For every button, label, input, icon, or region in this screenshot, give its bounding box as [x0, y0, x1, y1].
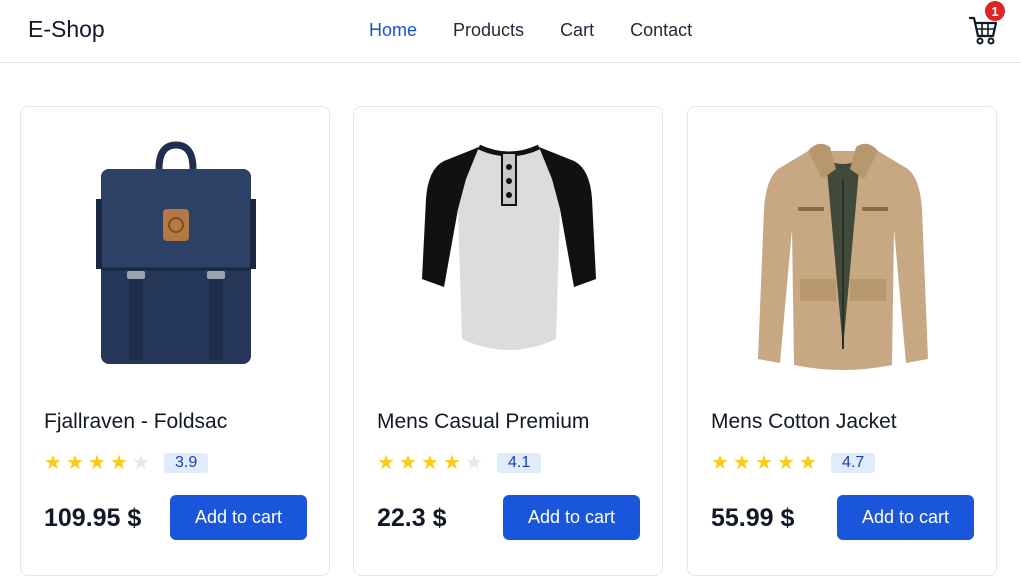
product-title[interactable]: Mens Cotton Jacket	[711, 410, 897, 434]
rating-row: ★ ★ ★ ★ ★ 3.9	[44, 452, 209, 474]
star-icon: ★	[711, 452, 729, 474]
star-icon: ★	[755, 452, 773, 474]
brand-logo[interactable]: E-Shop	[28, 16, 105, 43]
nav-link-home[interactable]: Home	[369, 20, 417, 41]
rating-row: ★ ★ ★ ★ ★ 4.7	[711, 452, 876, 474]
navbar: E-Shop Home Products Cart Contact 1	[0, 0, 1021, 63]
star-icon: ★	[399, 452, 417, 474]
star-empty-icon: ★	[132, 452, 150, 474]
product-card[interactable]: Mens Cotton Jacket ★ ★ ★ ★ ★ 4.7 55.99 $…	[687, 106, 997, 576]
rating-badge: 3.9	[164, 453, 209, 473]
cart-count-badge: 1	[985, 1, 1005, 21]
star-icon: ★	[66, 452, 84, 474]
rating-badge: 4.7	[831, 453, 876, 473]
nav-link-products[interactable]: Products	[453, 20, 524, 41]
rating-badge: 4.1	[497, 453, 542, 473]
add-to-cart-button[interactable]: Add to cart	[837, 495, 974, 540]
star-icon: ★	[799, 452, 817, 474]
star-icon: ★	[421, 452, 439, 474]
star-icon: ★	[443, 452, 461, 474]
star-icon: ★	[777, 452, 795, 474]
product-card[interactable]: Mens Casual Premium ★ ★ ★ ★ ★ 4.1 22.3 $…	[353, 106, 663, 576]
star-icon: ★	[44, 452, 62, 474]
add-to-cart-button[interactable]: Add to cart	[170, 495, 307, 540]
add-to-cart-button[interactable]: Add to cart	[503, 495, 640, 540]
product-card[interactable]: Fjallraven - Foldsac ★ ★ ★ ★ ★ 3.9 109.9…	[20, 106, 330, 576]
star-icon: ★	[88, 452, 106, 474]
star-icon: ★	[377, 452, 395, 474]
star-empty-icon: ★	[465, 452, 483, 474]
product-price: 109.95 $	[44, 504, 142, 532]
product-price: 22.3 $	[377, 504, 447, 532]
raglan-shirt-image[interactable]	[384, 139, 634, 379]
nav-menu: Home Products Cart Contact	[369, 20, 692, 41]
rating-row: ★ ★ ★ ★ ★ 4.1	[377, 452, 542, 474]
product-title[interactable]: Fjallraven - Foldsac	[44, 410, 227, 434]
product-price: 55.99 $	[711, 504, 795, 532]
backpack-image[interactable]	[51, 139, 301, 379]
star-icon: ★	[110, 452, 128, 474]
cart-button[interactable]: 1	[968, 1, 1005, 48]
nav-link-contact[interactable]: Contact	[630, 20, 692, 41]
product-title[interactable]: Mens Casual Premium	[377, 410, 589, 434]
star-icon: ★	[733, 452, 751, 474]
jacket-image[interactable]	[718, 139, 968, 379]
nav-link-cart[interactable]: Cart	[560, 20, 594, 41]
